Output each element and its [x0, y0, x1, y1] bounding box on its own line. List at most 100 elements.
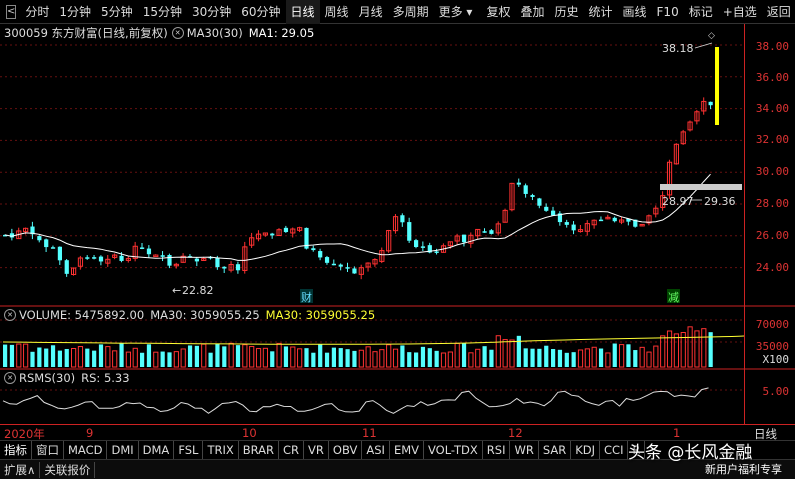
- tab-dmi[interactable]: DMI: [107, 440, 139, 459]
- candle: [551, 210, 556, 216]
- volume-bar: [475, 348, 481, 368]
- candle: [160, 255, 165, 257]
- volume-bar: [57, 350, 62, 367]
- y-label: 24.00: [755, 261, 789, 274]
- volume-bar: [187, 345, 193, 367]
- volume-bar: [249, 345, 255, 368]
- volume-bar: [633, 350, 638, 367]
- tab-kdj[interactable]: KDJ: [571, 440, 601, 459]
- tab-asi[interactable]: ASI: [362, 440, 390, 459]
- mark-button[interactable]: 标记: [684, 0, 718, 24]
- marker-cai[interactable]: 财: [301, 290, 312, 304]
- fuquan-button[interactable]: 复权: [481, 0, 515, 24]
- volume-bar: [153, 351, 159, 368]
- volume-bar: [112, 350, 118, 368]
- indicator-settings-icon[interactable]: ✕: [171, 27, 184, 39]
- tab-multi-period[interactable]: 多周期: [388, 0, 434, 24]
- volume-bar: [577, 349, 584, 368]
- overlay-button[interactable]: 叠加: [515, 0, 549, 24]
- add-watchlist-button[interactable]: +自选: [718, 0, 762, 24]
- volume-bar: [454, 342, 460, 368]
- tab-60min[interactable]: 60分钟: [236, 0, 285, 24]
- volume-bar: [660, 335, 666, 368]
- candle: [345, 267, 350, 269]
- y-label: 26.00: [755, 229, 789, 242]
- back-button[interactable]: 返回: [762, 0, 795, 24]
- candle: [516, 182, 521, 185]
- tab-window[interactable]: 窗口: [32, 440, 64, 459]
- tab-wr[interactable]: WR: [510, 440, 539, 459]
- volume-bar: [400, 345, 405, 367]
- collapse-toggle-icon[interactable]: <: [6, 4, 17, 19]
- stats-button[interactable]: 统计: [584, 0, 618, 24]
- volume-bar: [98, 344, 104, 367]
- draw-line-button[interactable]: 画线: [618, 0, 652, 24]
- tab-vol-tdx[interactable]: VOL-TDX: [424, 440, 483, 459]
- tab-dma[interactable]: DMA: [139, 440, 175, 459]
- tab-5min[interactable]: 5分钟: [96, 0, 138, 24]
- rsms-settings-icon[interactable]: ✕: [4, 372, 16, 384]
- tab-rsi[interactable]: RSI: [483, 440, 511, 459]
- expand-button[interactable]: 扩展∧: [0, 461, 41, 478]
- candle: [400, 215, 405, 223]
- tab-30min[interactable]: 30分钟: [187, 0, 236, 24]
- volume-bar: [564, 352, 569, 367]
- tab-cr[interactable]: CR: [279, 440, 305, 459]
- volume-bar: [502, 339, 508, 368]
- volume-bar: [215, 343, 220, 367]
- tab-brar[interactable]: BRAR: [239, 440, 280, 459]
- tab-monthly[interactable]: 月线: [354, 0, 388, 24]
- volume-bar: [77, 346, 84, 368]
- marker-jian[interactable]: 减: [668, 291, 679, 304]
- tab-emv[interactable]: EMV: [390, 440, 424, 459]
- volume-bar: [420, 346, 426, 367]
- tab-1min[interactable]: 1分钟: [54, 0, 96, 24]
- rs-line: [2, 387, 709, 414]
- ma1-value: MA1: 29.05: [248, 26, 315, 40]
- y-label: 28.00: [755, 197, 789, 210]
- f10-button[interactable]: F10: [652, 0, 684, 24]
- volume-bar: [626, 344, 631, 367]
- related-quotes-button[interactable]: 关联报价: [40, 461, 96, 478]
- tab-indicator[interactable]: 指标: [0, 440, 32, 459]
- tab-fsl[interactable]: FSL: [174, 440, 204, 459]
- volume-scale: X100: [762, 353, 790, 366]
- volume-bar: [482, 346, 487, 367]
- tab-fenshi[interactable]: 分时: [20, 0, 54, 24]
- candle: [571, 224, 576, 231]
- history-button[interactable]: 历史: [549, 0, 583, 24]
- volume-ma30: MA30: 3059055.25: [150, 308, 260, 322]
- candle: [461, 234, 467, 243]
- tab-weekly[interactable]: 周线: [320, 0, 354, 24]
- candle: [215, 257, 220, 268]
- tab-obv[interactable]: OBV: [329, 440, 363, 459]
- volume-ma-line: [2, 335, 745, 345]
- volume-panel-title: ✕ VOLUME: 5475892.00 MA30: 3059055.25 MA…: [0, 307, 375, 323]
- candle: [270, 233, 275, 236]
- tab-sar[interactable]: SAR: [539, 440, 572, 459]
- volume-bar: [461, 343, 467, 367]
- volume-bar: [132, 347, 138, 368]
- volume-bar: [318, 343, 323, 367]
- date-label: 12: [508, 426, 523, 440]
- tab-more[interactable]: 更多 ▾: [434, 0, 478, 24]
- candle: [119, 255, 124, 261]
- tab-daily[interactable]: 日线: [285, 0, 320, 24]
- tab-15min[interactable]: 15分钟: [138, 0, 187, 24]
- kline-chart[interactable]: 38.18 ◇ ← 22.82 28.97 29.36 财 减: [0, 24, 795, 424]
- volume-bar: [208, 352, 213, 367]
- volume-settings-icon[interactable]: ✕: [4, 309, 16, 321]
- volume-bar: [338, 348, 343, 367]
- candle: [140, 247, 145, 249]
- volume-value: VOLUME: 5475892.00: [19, 308, 145, 322]
- volume-bar: [324, 352, 330, 367]
- tab-vr[interactable]: VR: [304, 440, 329, 459]
- candle: [598, 219, 604, 222]
- volume-bar: [125, 351, 132, 368]
- tab-trix[interactable]: TRIX: [203, 440, 239, 459]
- tab-macd[interactable]: MACD: [64, 440, 108, 459]
- tab-cci[interactable]: CCI: [600, 440, 629, 459]
- volume-bar: [544, 345, 549, 367]
- high-label: 38.18: [662, 42, 694, 55]
- volume-bar: [201, 343, 207, 368]
